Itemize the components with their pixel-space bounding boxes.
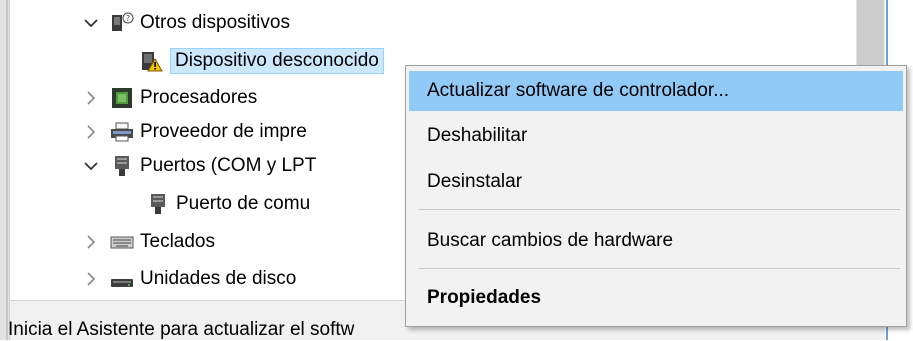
- tree-item-label: Dispositivo desconocido: [170, 48, 384, 74]
- keyboard-icon: [110, 230, 134, 254]
- context-menu: Actualizar software de controlador... De…: [405, 65, 907, 327]
- tree-item-label: Unidades de disco: [140, 268, 297, 289]
- menu-item-label: Propiedades: [427, 287, 542, 308]
- chevron-right-icon[interactable]: [80, 231, 102, 253]
- menu-item-label: Deshabilitar: [427, 125, 528, 146]
- processor-icon: [110, 86, 134, 110]
- tree-item-label: Otros dispositivos: [140, 12, 290, 33]
- menu-item-actualizar-controlador[interactable]: Actualizar software de controlador...: [409, 71, 903, 111]
- menu-item-desinstalar[interactable]: Desinstalar: [409, 162, 903, 202]
- menu-separator: [418, 268, 900, 269]
- menu-item-propiedades[interactable]: Propiedades: [409, 278, 903, 318]
- disk-drive-icon: [110, 267, 134, 291]
- tree-item-label: Teclados: [140, 231, 215, 252]
- tree-item-otros-dispositivos[interactable]: ? Otros dispositivos: [80, 6, 290, 40]
- port-icon: [110, 154, 134, 178]
- chevron-right-icon[interactable]: [80, 87, 102, 109]
- chevron-right-icon[interactable]: [80, 268, 102, 290]
- tree-item-procesadores[interactable]: Procesadores: [80, 81, 257, 115]
- menu-item-deshabilitar[interactable]: Deshabilitar: [409, 116, 903, 156]
- menu-item-label: Desinstalar: [427, 171, 523, 192]
- chevron-right-icon[interactable]: [80, 121, 102, 143]
- window-left-border: [0, 0, 10, 340]
- chevron-down-icon[interactable]: [80, 155, 102, 177]
- unknown-device-icon: ?: [110, 11, 134, 35]
- menu-item-buscar-cambios[interactable]: Buscar cambios de hardware: [409, 221, 903, 261]
- tree-item-label: Proveedor de impre: [140, 121, 307, 142]
- tree-item-teclados[interactable]: Teclados: [80, 225, 215, 259]
- tree-item-label: Procesadores: [140, 87, 258, 108]
- chevron-down-icon[interactable]: [80, 12, 102, 34]
- tree-item-dispositivo-desconocido[interactable]: Dispositivo desconocido: [140, 44, 384, 78]
- printer-icon: [110, 120, 134, 144]
- svg-text:?: ?: [126, 14, 130, 23]
- tree-item-proveedor-impresion[interactable]: Proveedor de impre: [80, 115, 307, 149]
- tree-item-label: Puertos (COM y LPT: [140, 155, 317, 176]
- status-text: Inicia el Asistente para actualizar el s…: [8, 319, 355, 340]
- menu-item-label: Buscar cambios de hardware: [427, 230, 674, 251]
- warning-device-icon: [140, 49, 164, 73]
- menu-separator: [418, 209, 900, 210]
- tree-item-label: Puerto de comu: [176, 193, 311, 214]
- port-icon: [146, 192, 170, 216]
- tree-item-puerto-comunicaciones[interactable]: Puerto de comu: [146, 187, 310, 221]
- menu-item-label: Actualizar software de controlador...: [427, 80, 730, 101]
- tree-item-puertos[interactable]: Puertos (COM y LPT: [80, 149, 316, 183]
- tree-item-unidades-disco[interactable]: Unidades de disco: [80, 262, 296, 296]
